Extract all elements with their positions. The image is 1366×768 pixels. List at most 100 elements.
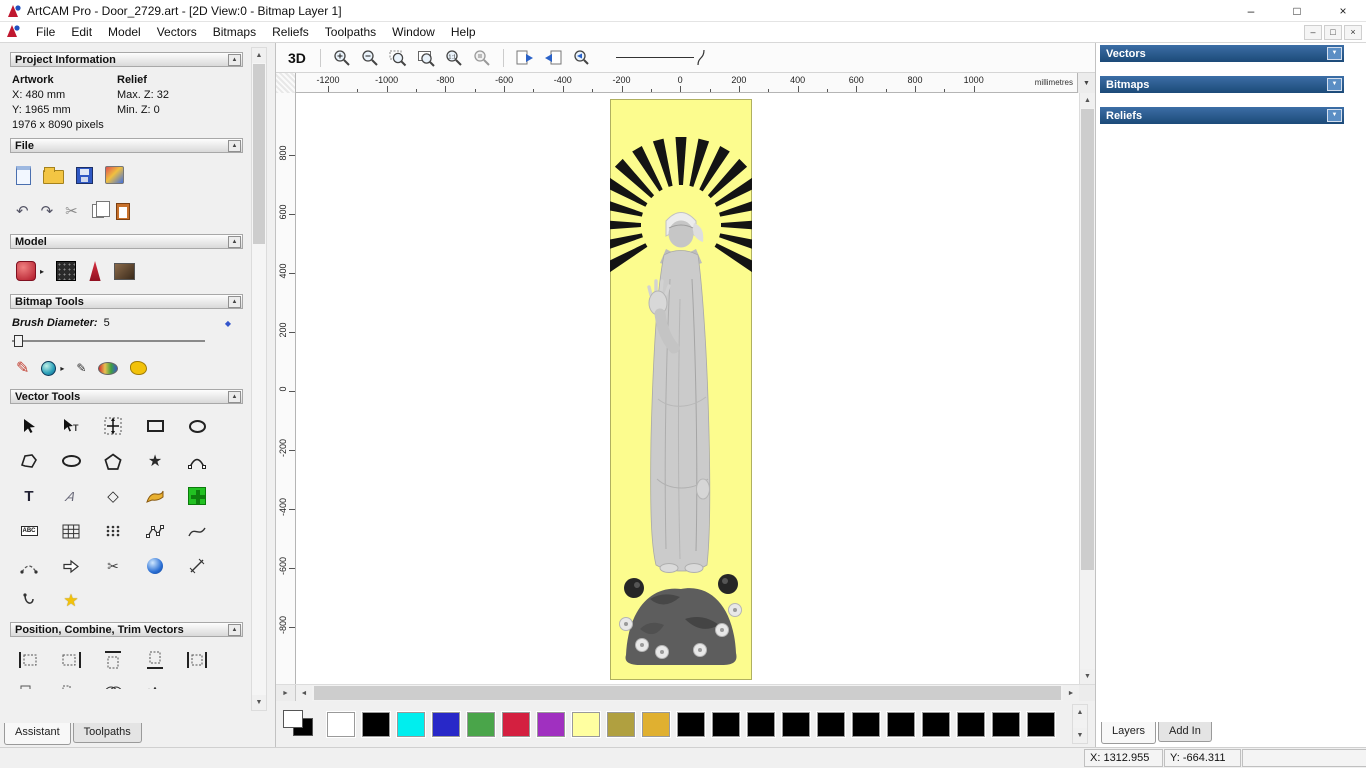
load-image-icon[interactable] bbox=[114, 262, 136, 280]
palette-scrollbar[interactable]: ▲ ▼ bbox=[1072, 704, 1088, 744]
zoom-previous-icon[interactable] bbox=[570, 47, 592, 69]
tab-add-in[interactable]: Add In bbox=[1158, 722, 1212, 742]
menu-edit[interactable]: Edit bbox=[63, 23, 100, 41]
color-swatch-16[interactable] bbox=[886, 710, 916, 738]
draw-pixel-icon[interactable]: ✎ bbox=[76, 361, 86, 375]
scroll-down-icon[interactable]: ▼ bbox=[1073, 728, 1087, 743]
export-model-icon[interactable] bbox=[105, 166, 124, 184]
section-profile-icon[interactable] bbox=[12, 587, 46, 615]
align-left-icon[interactable] bbox=[12, 646, 46, 674]
rectangle-tool-icon[interactable] bbox=[138, 412, 172, 440]
ellipse-tool-icon[interactable] bbox=[54, 447, 88, 475]
collapse-button[interactable]: ▲ bbox=[228, 53, 241, 66]
menu-window[interactable]: Window bbox=[384, 23, 443, 41]
ruler-units-dropdown[interactable]: ▼ bbox=[1077, 73, 1095, 93]
save-model-icon[interactable] bbox=[76, 166, 93, 184]
scatter-dots-icon[interactable] bbox=[138, 679, 172, 689]
canvas-horizontal-scrollbar[interactable]: ◄ ► bbox=[296, 685, 1079, 701]
diamond-tool-icon[interactable]: ◇ bbox=[96, 482, 130, 510]
color-swatch-3[interactable] bbox=[431, 710, 461, 738]
panel-toggle-icon[interactable]: ► bbox=[276, 685, 296, 701]
magic-blob-icon[interactable] bbox=[130, 361, 148, 375]
transform-select-icon[interactable]: T bbox=[54, 412, 88, 440]
close-button[interactable]: × bbox=[1320, 0, 1366, 22]
tab-assistant[interactable]: Assistant bbox=[4, 723, 71, 745]
menu-reliefs[interactable]: Reliefs bbox=[264, 23, 317, 41]
scroll-up-icon[interactable]: ▲ bbox=[1073, 705, 1087, 720]
align-bottom-icon[interactable] bbox=[138, 646, 172, 674]
zoom-fit-icon[interactable] bbox=[415, 47, 437, 69]
menu-model[interactable]: Model bbox=[100, 23, 149, 41]
color-swatch-9[interactable] bbox=[641, 710, 671, 738]
new-model-icon[interactable] bbox=[16, 165, 31, 185]
abc-text-block-icon[interactable]: ABC bbox=[12, 517, 46, 545]
star-burst-icon[interactable]: ★ bbox=[54, 587, 88, 615]
bitmaps-panel-header[interactable]: Bitmaps ▼ bbox=[1100, 76, 1344, 93]
color-swatch-18[interactable] bbox=[956, 710, 986, 738]
zoom-in-icon[interactable] bbox=[331, 47, 353, 69]
color-swatch-6[interactable] bbox=[536, 710, 566, 738]
color-swatch-4[interactable] bbox=[466, 710, 496, 738]
weld-vectors-icon[interactable] bbox=[96, 679, 130, 689]
color-swatch-5[interactable] bbox=[501, 710, 531, 738]
menu-help[interactable]: Help bbox=[443, 23, 484, 41]
color-swatch-0[interactable] bbox=[326, 710, 356, 738]
mdi-restore-button[interactable]: □ bbox=[1324, 24, 1342, 40]
text-on-plane-icon[interactable]: A bbox=[49, 482, 92, 510]
menu-file[interactable]: File bbox=[28, 23, 63, 41]
align-centre-icon[interactable] bbox=[180, 646, 214, 674]
collapse-button[interactable]: ▲ bbox=[228, 139, 241, 152]
cut-icon[interactable]: ✂ bbox=[65, 202, 78, 220]
slider-track[interactable] bbox=[12, 340, 205, 342]
zoom-window-icon[interactable] bbox=[387, 47, 409, 69]
scroll-right-icon[interactable]: ► bbox=[1063, 685, 1079, 701]
collapse-button[interactable]: ▲ bbox=[228, 295, 241, 308]
colour-palette-icon[interactable] bbox=[98, 361, 119, 375]
collapse-button[interactable]: ▲ bbox=[228, 390, 241, 403]
select-cursor-icon[interactable] bbox=[12, 412, 46, 440]
toggle-bitmap-visibility-icon[interactable] bbox=[514, 47, 536, 69]
flyout-arrow-icon[interactable]: ▸ bbox=[60, 364, 64, 373]
color-swatch-1[interactable] bbox=[361, 710, 391, 738]
copy-icon[interactable] bbox=[91, 201, 110, 218]
reliefs-panel-header[interactable]: Reliefs ▼ bbox=[1100, 107, 1344, 124]
chevron-down-icon[interactable]: ▼ bbox=[1327, 109, 1342, 122]
zoom-out-icon[interactable] bbox=[359, 47, 381, 69]
lighthouse-preview-icon[interactable] bbox=[89, 261, 101, 281]
model-resolution-icon[interactable] bbox=[56, 261, 77, 281]
mdi-minimize-button[interactable]: – bbox=[1304, 24, 1322, 40]
zoom-100-icon[interactable]: 1:1 bbox=[443, 47, 465, 69]
paint-brush-icon[interactable]: ✎ bbox=[16, 358, 29, 378]
color-swatch-8[interactable] bbox=[606, 710, 636, 738]
tab-layers[interactable]: Layers bbox=[1101, 722, 1157, 744]
set-model-size-icon[interactable] bbox=[16, 261, 36, 281]
menu-vectors[interactable]: Vectors bbox=[149, 23, 205, 41]
colour-selector[interactable] bbox=[283, 710, 317, 738]
measure-tool-icon[interactable] bbox=[180, 552, 214, 580]
scroll-thumb[interactable] bbox=[314, 686, 1061, 700]
arrow-tool-icon[interactable] bbox=[54, 552, 88, 580]
assistant-scrollbar[interactable]: ▲ ▼ bbox=[251, 47, 267, 711]
color-swatch-11[interactable] bbox=[711, 710, 741, 738]
align-right-icon[interactable] bbox=[54, 646, 88, 674]
zoom-objects-icon[interactable] bbox=[471, 47, 493, 69]
mdi-close-button[interactable]: × bbox=[1344, 24, 1362, 40]
color-selector-foreground[interactable] bbox=[283, 710, 303, 728]
toggle-vector-visibility-icon[interactable] bbox=[542, 47, 564, 69]
redo-icon[interactable]: ↷ bbox=[41, 202, 54, 220]
brush-diameter-slider[interactable] bbox=[10, 332, 235, 350]
color-swatch-7[interactable] bbox=[571, 710, 601, 738]
scroll-thumb[interactable] bbox=[253, 64, 265, 244]
flood-fill-icon[interactable] bbox=[41, 360, 57, 376]
spray-vectors-icon[interactable] bbox=[138, 482, 172, 510]
collapse-button[interactable]: ▲ bbox=[228, 235, 241, 248]
slider-handle[interactable] bbox=[14, 335, 23, 347]
canvas-vertical-scrollbar[interactable]: ▲ ▼ bbox=[1079, 93, 1095, 684]
star-tool-icon[interactable]: ★ bbox=[138, 447, 172, 475]
paste-icon[interactable] bbox=[115, 202, 130, 220]
polygon-tool-icon[interactable] bbox=[96, 447, 130, 475]
freehand-polyline-icon[interactable] bbox=[12, 447, 46, 475]
scroll-up-icon[interactable]: ▲ bbox=[1080, 93, 1095, 108]
group-vectors-icon[interactable] bbox=[12, 679, 46, 689]
grid-tool-icon[interactable] bbox=[54, 517, 88, 545]
